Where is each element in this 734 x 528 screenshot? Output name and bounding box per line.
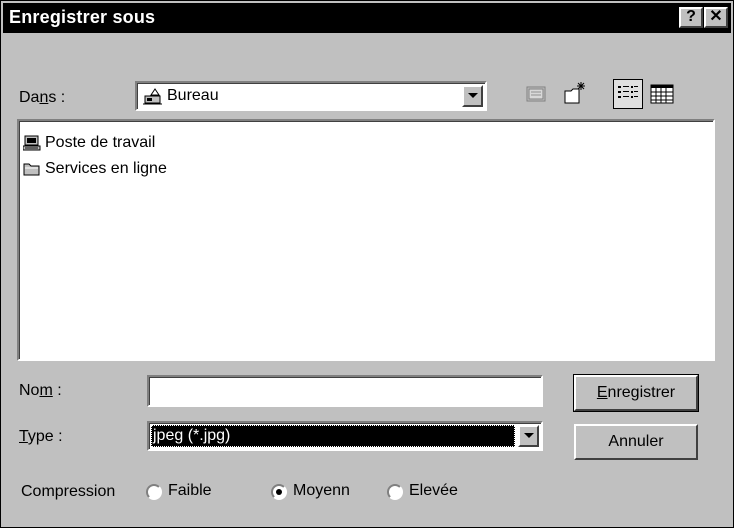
radio-label: Moyenn: [293, 482, 350, 499]
radio-label: Faible: [168, 482, 212, 499]
radio-circle: [271, 484, 287, 500]
radio-label: Elevée: [409, 482, 458, 499]
compression-label: Compression: [21, 483, 116, 500]
location-value: Bureau: [167, 87, 219, 104]
dialog-title: Enregistrer sous: [9, 7, 156, 27]
location-combo[interactable]: Bureau: [135, 81, 487, 111]
details-view-button[interactable]: [647, 79, 677, 109]
cancel-button[interactable]: Annuler: [574, 424, 698, 460]
radio-circle: [146, 484, 162, 500]
filename-label: Nom :: [19, 382, 62, 399]
file-name: Services en ligne: [45, 160, 167, 177]
filetype-label: Type :: [19, 428, 63, 445]
new-folder-button[interactable]: [561, 79, 591, 109]
location-dropdown-arrow[interactable]: [462, 85, 483, 107]
new-folder-icon: [564, 82, 585, 104]
filetype-selection: jpeg (*.jpg): [151, 425, 515, 447]
save-as-dialog: Enregistrer sous ? ✕ Dans : Bureau Poste…: [0, 0, 734, 528]
filetype-combo[interactable]: jpeg (*.jpg): [147, 421, 543, 451]
up-folder-icon: [526, 86, 546, 102]
radio-circle: [387, 484, 403, 500]
details-view-icon: [650, 84, 674, 104]
computer-icon: [22, 135, 41, 156]
folder-icon: [23, 161, 41, 182]
list-view-icon: [618, 86, 638, 98]
save-button[interactable]: Enregistrer: [573, 374, 699, 412]
location-label: Dans :: [19, 89, 66, 106]
list-view-button[interactable]: [613, 79, 643, 109]
filetype-value: jpeg (*.jpg): [153, 427, 231, 444]
close-button[interactable]: ✕: [704, 7, 728, 28]
filename-input[interactable]: [147, 375, 543, 407]
up-one-level-button[interactable]: [521, 79, 551, 109]
title-bar[interactable]: Enregistrer sous ? ✕: [3, 3, 731, 33]
file-list[interactable]: Poste de travail Services en ligne: [17, 119, 715, 361]
radio-selected-dot: [276, 489, 282, 495]
help-button[interactable]: ?: [679, 7, 703, 28]
file-name: Poste de travail: [45, 134, 156, 151]
desktop-icon: [143, 87, 163, 110]
filetype-dropdown-arrow[interactable]: [518, 425, 539, 447]
